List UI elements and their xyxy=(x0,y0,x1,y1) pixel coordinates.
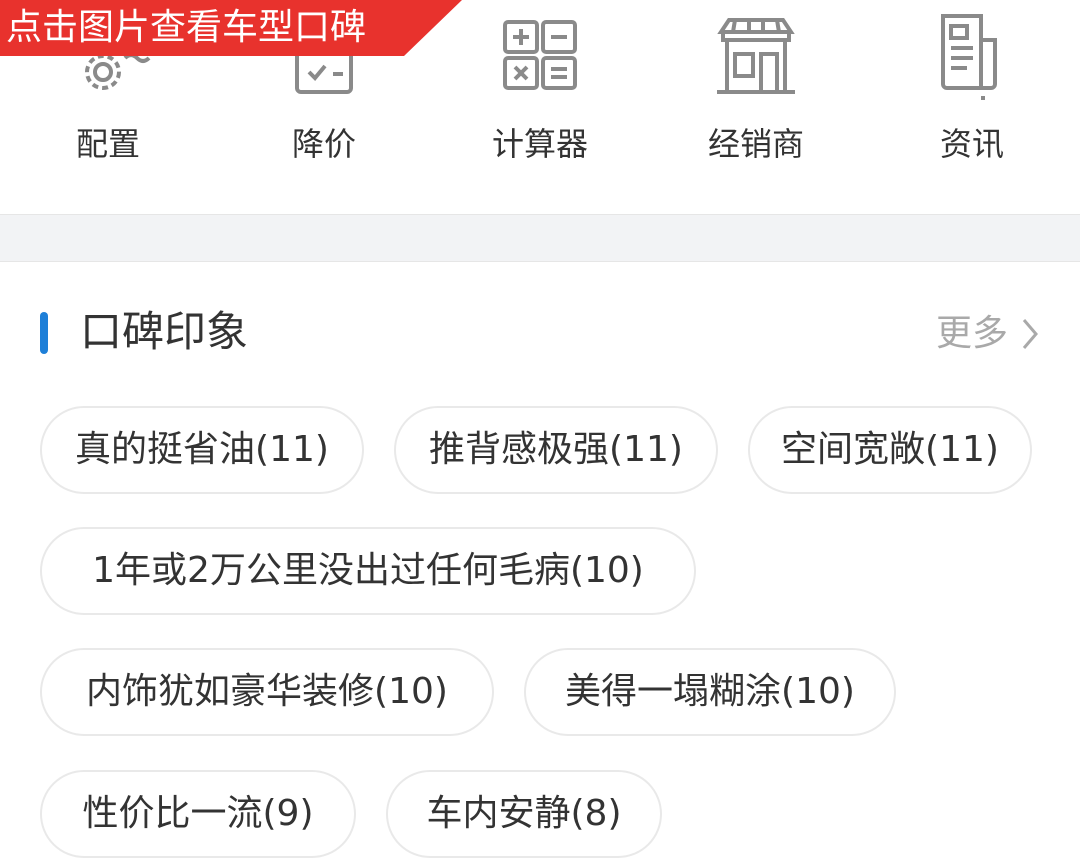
impression-tag[interactable]: 美得一塌糊涂(10) xyxy=(524,648,896,736)
promo-banner[interactable]: 点击图片查看车型口碑 xyxy=(0,0,462,56)
more-label: 更多 xyxy=(935,313,1008,354)
storefront-icon xyxy=(648,10,864,100)
nav-item-news[interactable]: 资讯 xyxy=(864,0,1080,215)
calculator-icon xyxy=(432,10,648,100)
nav-item-calculator[interactable]: 计算器 xyxy=(432,0,648,215)
banner-text: 点击图片查看车型口碑 xyxy=(6,7,367,48)
news-icon xyxy=(864,10,1080,100)
impression-tag[interactable]: 真的挺省油(11) xyxy=(40,406,364,494)
impression-tag[interactable]: 空间宽敞(11) xyxy=(748,406,1032,494)
nav-label-dealer: 经销商 xyxy=(707,125,804,163)
impression-tag[interactable]: 内饰犹如豪华装修(10) xyxy=(40,648,494,736)
nav-item-dealer[interactable]: 经销商 xyxy=(648,0,864,215)
nav-label-price-drop: 降价 xyxy=(291,125,356,163)
nav-label-news: 资讯 xyxy=(939,125,1004,163)
more-link[interactable]: 更多 xyxy=(936,308,1040,360)
impression-tag[interactable]: 性价比一流(9) xyxy=(40,770,356,858)
impression-tag[interactable]: 车内安静(8) xyxy=(386,770,662,858)
section-divider xyxy=(0,214,1080,262)
reputation-section-header: 口碑印象 更多 xyxy=(0,290,1080,370)
chevron-right-icon xyxy=(1020,316,1040,352)
impression-tag[interactable]: 1年或2万公里没出过任何毛病(10) xyxy=(40,527,696,615)
impression-tag[interactable]: 推背感极强(11) xyxy=(394,406,718,494)
app-screen: 配置 降价 计算器 经销商 资讯 点击图片查看车型口碑 口碑印象 更多 真的挺省… xyxy=(0,0,1080,864)
section-accent-bar xyxy=(40,312,48,354)
nav-label-config: 配置 xyxy=(75,125,140,163)
section-title: 口碑印象 xyxy=(80,307,249,356)
nav-label-calculator: 计算器 xyxy=(491,125,588,163)
